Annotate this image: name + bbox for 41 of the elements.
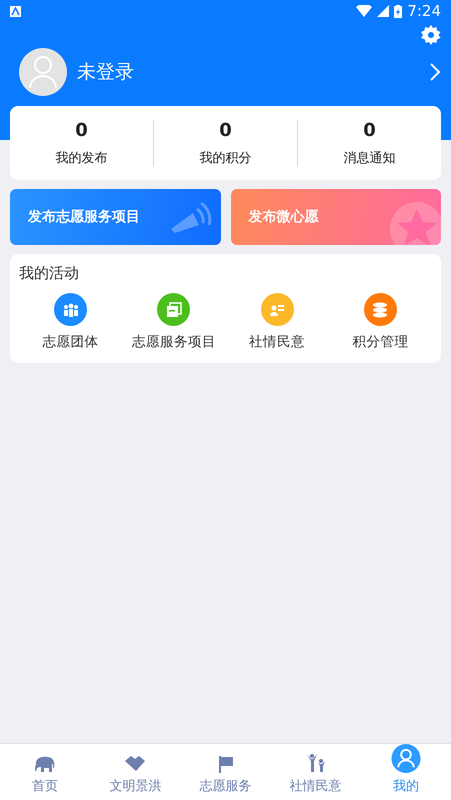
contact-card-icon [269, 302, 286, 316]
battery-icon [394, 4, 402, 18]
nav-tab[interactable]: 文明景洪 [109, 777, 162, 795]
publish-banner[interactable]: 发布志愿服务项目 [10, 189, 220, 245]
handshake-icon [124, 755, 146, 773]
activity-icon[interactable] [54, 293, 88, 326]
app-notification-icon [10, 6, 21, 16]
activity-label[interactable]: 社情民意 [249, 333, 306, 351]
stat-label[interactable]: 我的积分 [200, 148, 252, 166]
coins-icon [372, 302, 388, 318]
login-status[interactable]: 未登录 [77, 59, 419, 85]
settings-icon[interactable] [421, 25, 441, 45]
nav-tab[interactable]: 我的 [392, 777, 419, 795]
people-icon [304, 753, 327, 773]
avatar[interactable] [19, 48, 67, 96]
nav-tab[interactable]: 首页 [32, 777, 58, 795]
stat-label[interactable]: 消息通知 [344, 148, 396, 166]
chevron-right-icon[interactable] [429, 62, 441, 82]
user-icon [28, 55, 58, 89]
documents-icon [166, 302, 182, 318]
stat-value: 0 [75, 120, 88, 140]
wifi-icon [356, 5, 372, 17]
stat-label[interactable]: 我的发布 [56, 148, 108, 166]
activity-label[interactable]: 志愿服务项目 [132, 333, 216, 351]
stat-value: 0 [219, 120, 232, 140]
flag-icon [218, 755, 234, 773]
activity-icon[interactable] [260, 293, 294, 326]
status-time: 7:24 [407, 2, 441, 20]
group-icon [62, 302, 80, 316]
activity-label[interactable]: 志愿团体 [42, 333, 99, 351]
signal-icon [377, 5, 390, 17]
elephant-icon [34, 755, 56, 773]
activity-icon[interactable] [157, 293, 190, 326]
activity-label[interactable]: 积分管理 [352, 333, 408, 351]
nav-tab[interactable]: 志愿服务 [200, 777, 252, 795]
activity-icon[interactable] [364, 293, 397, 326]
star-icon [389, 201, 441, 245]
publish-banner[interactable]: 发布微心愿 [230, 189, 441, 245]
nav-tab[interactable]: 社情民意 [290, 777, 342, 795]
section-title: 我的活动 [19, 264, 80, 283]
stat-value: 0 [363, 120, 376, 140]
